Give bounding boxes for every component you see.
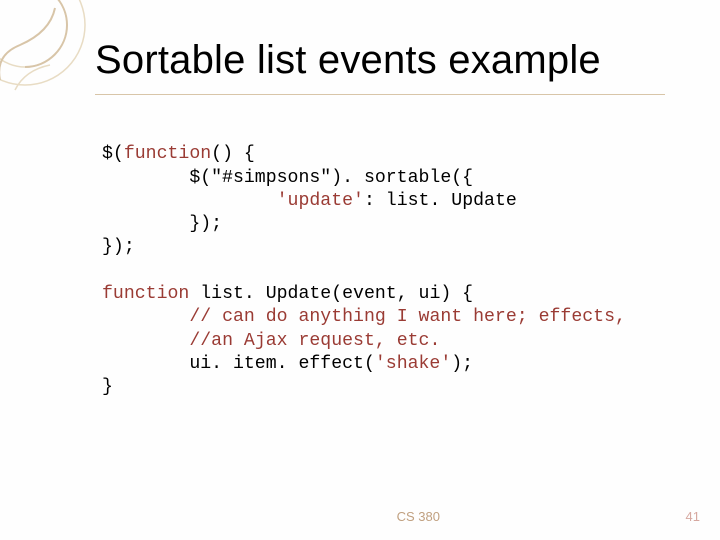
title-underline <box>95 94 665 95</box>
code-line: 'update': list. Update <box>102 191 517 211</box>
code-line: }); <box>102 214 222 234</box>
code-line: $(function() { <box>102 144 255 164</box>
code-line: //an Ajax request, etc. <box>102 331 440 351</box>
page-number: 41 <box>686 509 700 524</box>
code-line: ui. item. effect('shake'); <box>102 354 473 374</box>
code-line: $("#simpsons"). sortable({ <box>102 168 473 188</box>
slide-title: Sortable list events example <box>95 38 601 83</box>
code-line: } <box>102 377 113 397</box>
code-line: }); <box>102 237 135 257</box>
code-line: // can do anything I want here; effects, <box>102 307 626 327</box>
course-label: CS 380 <box>397 509 440 524</box>
code-line: function list. Update(event, ui) { <box>102 284 473 304</box>
code-block: $(function() { $("#simpsons"). sortable(… <box>102 120 626 400</box>
